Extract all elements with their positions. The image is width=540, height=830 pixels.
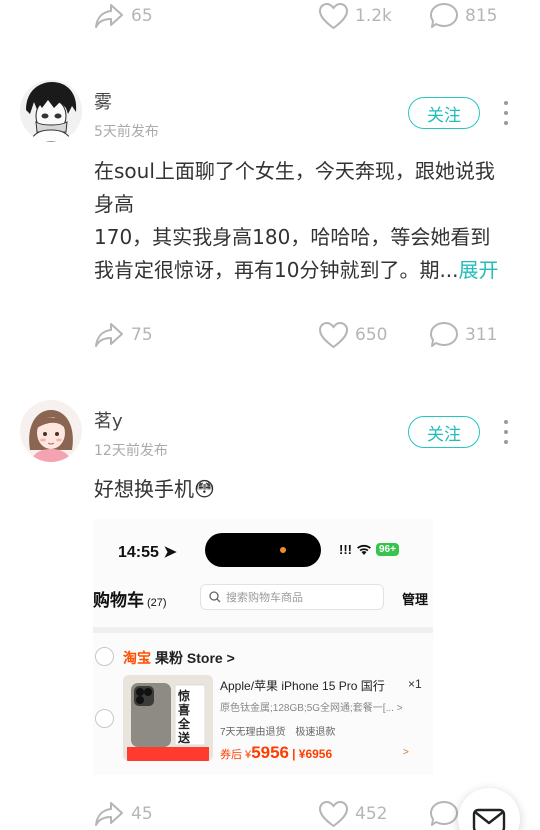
avatar-anime-boy-image bbox=[20, 80, 82, 142]
store-radio bbox=[95, 647, 114, 666]
content-line-last: 我肯定很惊讶，再有10分钟就到了。期...展开 bbox=[94, 254, 514, 287]
author-name[interactable]: 雾 bbox=[94, 88, 112, 114]
price-value: 5956 bbox=[251, 743, 290, 762]
expand-link[interactable]: 展开 bbox=[459, 258, 499, 282]
location-arrow-icon: ➤ bbox=[163, 544, 177, 561]
flushed-face-emoji: 😳 bbox=[194, 477, 215, 501]
post-content[interactable]: 好想换手机😳 bbox=[94, 473, 514, 506]
share-count: 45 bbox=[131, 804, 153, 824]
share-icon bbox=[95, 323, 123, 347]
share-button[interactable]: 75 bbox=[93, 315, 153, 355]
cart-search-input: 搜索购物车商品 bbox=[200, 584, 384, 610]
product-name: Apple/苹果 iPhone 15 Pro 国行 bbox=[220, 679, 385, 693]
post-time: 5天前发布 bbox=[94, 124, 159, 140]
product-quantity: ×1 bbox=[408, 677, 422, 691]
share-count: 65 bbox=[131, 6, 153, 26]
content-line: 在soul上面聊了个女生，今天奔现，跟她说我 bbox=[94, 159, 495, 183]
share-count: 75 bbox=[131, 325, 153, 345]
divider bbox=[93, 627, 433, 633]
status-time-text: 14:55 bbox=[118, 544, 159, 561]
search-placeholder: 搜索购物车商品 bbox=[226, 592, 303, 604]
cart-title-text: 购物车 bbox=[93, 591, 144, 610]
comment-button[interactable]: 815 bbox=[429, 0, 497, 36]
share-icon bbox=[95, 802, 123, 826]
search-icon bbox=[209, 591, 221, 603]
cart-count: (27) bbox=[147, 597, 167, 609]
store-header: 淘宝 果粉 Store > bbox=[123, 648, 235, 668]
comment-button[interactable]: 311 bbox=[429, 315, 497, 355]
heart-icon bbox=[318, 2, 349, 30]
original-price: | ¥6956 bbox=[292, 747, 333, 761]
content-text: 好想换手机 bbox=[94, 477, 194, 501]
post-content[interactable]: 在soul上面聊了个女生，今天奔现，跟她说我 身高 170，其实我身高180，哈… bbox=[94, 155, 514, 287]
avatar-girl-image bbox=[20, 400, 82, 462]
heart-icon bbox=[318, 800, 349, 828]
author-name[interactable]: 茗y bbox=[94, 407, 123, 433]
post-image-cart-screenshot[interactable]: 14:55 ➤ !!! 96+ 购物车 (27) 搜索购物车商品 管理 淘宝 果粉 … bbox=[93, 519, 433, 775]
follow-button[interactable]: 关注 bbox=[408, 416, 480, 448]
cart-title: 购物车 (27) bbox=[93, 586, 167, 611]
comment-count: 311 bbox=[465, 325, 498, 345]
item-radio bbox=[95, 709, 114, 728]
envelope-icon bbox=[472, 808, 506, 830]
comment-button[interactable] bbox=[429, 794, 459, 830]
content-line: 身高 bbox=[94, 192, 134, 216]
wifi-icon bbox=[357, 544, 371, 555]
tag-refund: 极速退款 bbox=[295, 727, 336, 738]
comment-count: 815 bbox=[465, 6, 498, 26]
battery-indicator: 96+ bbox=[376, 543, 399, 556]
avatar[interactable] bbox=[20, 80, 82, 142]
comment-icon bbox=[430, 322, 458, 347]
content-line-text: 我肯定很惊讶，再有10分钟就到了。期... bbox=[94, 258, 459, 282]
post-action-bar: 75 650 311 bbox=[0, 315, 540, 355]
product-thumbnail: 惊喜全送 bbox=[123, 675, 213, 761]
status-time: 14:55 ➤ bbox=[118, 542, 177, 562]
like-button[interactable]: 452 bbox=[318, 794, 387, 830]
like-count: 452 bbox=[355, 804, 388, 824]
promo-text: 惊喜全送 bbox=[178, 689, 191, 745]
share-icon bbox=[95, 4, 123, 28]
share-button[interactable]: 65 bbox=[93, 0, 153, 36]
comment-icon bbox=[430, 801, 458, 826]
product-price: 券后 ¥5956 | ¥6956 bbox=[220, 743, 332, 763]
heart-icon bbox=[318, 321, 349, 349]
product-spec-text: 原色钛金属;128GB;5G全网通;套餐一[... bbox=[220, 703, 394, 714]
service-tags: 7天无理由退货 极速退款 bbox=[220, 723, 342, 738]
iphone-product-image bbox=[123, 675, 213, 761]
avatar[interactable] bbox=[20, 400, 82, 462]
taobao-brand: 淘宝 bbox=[123, 650, 151, 666]
like-count: 1.2k bbox=[355, 6, 392, 26]
dynamic-island bbox=[205, 533, 321, 567]
manage-label: 管理 bbox=[402, 592, 429, 607]
post-time: 12天前发布 bbox=[94, 443, 168, 459]
chevron-right-icon: > bbox=[226, 650, 235, 666]
signal-icon: !!! bbox=[339, 542, 352, 557]
more-options-icon[interactable] bbox=[499, 101, 513, 125]
status-icons: !!! 96+ bbox=[339, 542, 399, 557]
product-spec: 原色钛金属;128GB;5G全网通;套餐一[... > bbox=[220, 699, 403, 714]
content-line: 170，其实我身高180，哈哈哈，等会她看到 bbox=[94, 225, 491, 249]
share-button[interactable]: 45 bbox=[93, 794, 153, 830]
like-button[interactable]: 650 bbox=[318, 315, 387, 355]
tag-return: 7天无理由退货 bbox=[220, 727, 286, 738]
comment-icon bbox=[430, 3, 458, 28]
store-name: 果粉 Store bbox=[155, 650, 223, 666]
price-prefix: 券后 ¥ bbox=[220, 749, 252, 761]
like-button[interactable]: 1.2k bbox=[318, 0, 392, 36]
follow-button[interactable]: 关注 bbox=[408, 97, 480, 129]
chevron-right-icon: > bbox=[396, 703, 403, 714]
top-action-bar: 65 1.2k 815 bbox=[0, 0, 540, 36]
price-detail-arrow: > bbox=[403, 747, 409, 758]
like-count: 650 bbox=[355, 325, 388, 345]
more-options-icon[interactable] bbox=[499, 420, 513, 444]
